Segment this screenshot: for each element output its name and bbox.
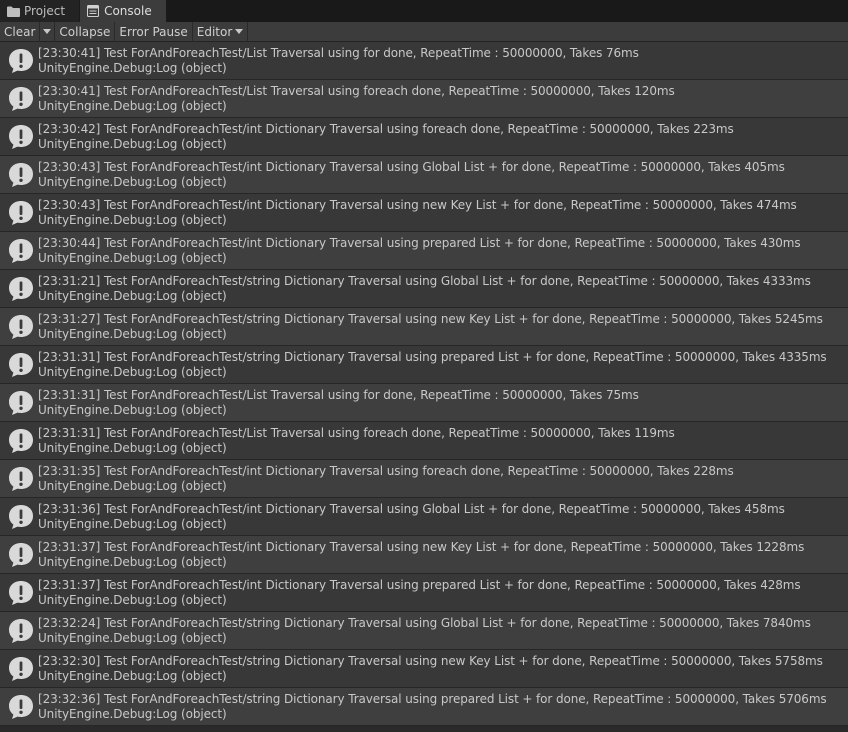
log-stacktrace: UnityEngine.Debug:Log (object) (38, 630, 227, 645)
log-stacktrace: UnityEngine.Debug:Log (object) (38, 98, 227, 113)
info-bubble-icon (8, 238, 34, 264)
log-entry[interactable]: [23:31:36] Test ForAndForeachTest/int Di… (0, 498, 848, 536)
log-entry[interactable]: [23:32:36] Test ForAndForeachTest/string… (0, 688, 848, 726)
log-message: [23:30:43] Test ForAndForeachTest/int Di… (38, 197, 797, 212)
log-entry[interactable]: [23:31:21] Test ForAndForeachTest/string… (0, 270, 848, 308)
info-bubble-icon (8, 694, 34, 720)
info-bubble-icon (8, 276, 34, 302)
log-message: [23:31:37] Test ForAndForeachTest/int Di… (38, 539, 805, 554)
clear-options-dropdown[interactable] (40, 21, 56, 42)
log-stacktrace: UnityEngine.Debug:Log (object) (38, 136, 227, 151)
log-message: [23:31:31] Test ForAndForeachTest/List T… (38, 387, 639, 402)
editor-dropdown-label: Editor (196, 24, 233, 39)
info-bubble-icon (8, 86, 34, 112)
log-entry[interactable]: [23:31:37] Test ForAndForeachTest/int Di… (0, 574, 848, 612)
log-message: [23:31:31] Test ForAndForeachTest/string… (38, 349, 827, 364)
log-message: [23:30:41] Test ForAndForeachTest/List T… (38, 83, 675, 98)
log-message: [23:31:27] Test ForAndForeachTest/string… (38, 311, 823, 326)
log-message: [23:30:42] Test ForAndForeachTest/int Di… (38, 121, 734, 136)
log-stacktrace: UnityEngine.Debug:Log (object) (38, 364, 227, 379)
log-stacktrace: UnityEngine.Debug:Log (object) (38, 326, 227, 341)
info-bubble-icon (8, 504, 34, 530)
log-message: [23:31:37] Test ForAndForeachTest/int Di… (38, 577, 801, 592)
log-message: [23:30:44] Test ForAndForeachTest/int Di… (38, 235, 801, 250)
tab-bar: Project Console (0, 0, 848, 22)
chevron-down-icon (43, 29, 52, 34)
log-entry[interactable]: [23:31:31] Test ForAndForeachTest/List T… (0, 384, 848, 422)
log-entry[interactable]: [23:32:30] Test ForAndForeachTest/string… (0, 650, 848, 688)
log-stacktrace: UnityEngine.Debug:Log (object) (38, 668, 227, 683)
tab-console[interactable]: Console (80, 0, 167, 22)
folder-icon (6, 5, 20, 17)
info-bubble-icon (8, 428, 34, 454)
log-stacktrace: UnityEngine.Debug:Log (object) (38, 516, 227, 531)
log-stacktrace: UnityEngine.Debug:Log (object) (38, 592, 227, 607)
log-message: [23:31:21] Test ForAndForeachTest/string… (38, 273, 811, 288)
clear-button[interactable]: Clear (0, 21, 41, 42)
log-entry[interactable]: [23:30:43] Test ForAndForeachTest/int Di… (0, 156, 848, 194)
log-entry[interactable]: [23:31:27] Test ForAndForeachTest/string… (0, 308, 848, 346)
tab-project-label: Project (24, 4, 66, 18)
log-entry[interactable]: [23:30:41] Test ForAndForeachTest/List T… (0, 80, 848, 118)
log-entry[interactable]: [23:31:37] Test ForAndForeachTest/int Di… (0, 536, 848, 574)
log-message: [23:31:31] Test ForAndForeachTest/List T… (38, 425, 675, 440)
tab-project[interactable]: Project (0, 0, 81, 22)
log-entry[interactable]: [23:30:41] Test ForAndForeachTest/List T… (0, 42, 848, 80)
log-message: [23:32:30] Test ForAndForeachTest/string… (38, 653, 823, 668)
info-bubble-icon (8, 124, 34, 150)
info-bubble-icon (8, 200, 34, 226)
log-stacktrace: UnityEngine.Debug:Log (object) (38, 440, 227, 455)
log-entry[interactable]: [23:30:44] Test ForAndForeachTest/int Di… (0, 232, 848, 270)
info-bubble-icon (8, 618, 34, 644)
info-bubble-icon (8, 580, 34, 606)
chevron-down-icon (235, 29, 244, 34)
log-stacktrace: UnityEngine.Debug:Log (object) (38, 174, 227, 189)
collapse-toggle[interactable]: Collapse (55, 21, 116, 42)
log-stacktrace: UnityEngine.Debug:Log (object) (38, 478, 227, 493)
log-stacktrace: UnityEngine.Debug:Log (object) (38, 212, 227, 227)
log-message: [23:30:43] Test ForAndForeachTest/int Di… (38, 159, 785, 174)
log-stacktrace: UnityEngine.Debug:Log (object) (38, 554, 227, 569)
log-message: [23:30:41] Test ForAndForeachTest/List T… (38, 45, 639, 60)
log-message: [23:32:24] Test ForAndForeachTest/string… (38, 615, 811, 630)
log-message: [23:32:36] Test ForAndForeachTest/string… (38, 691, 827, 706)
log-entry[interactable]: [23:30:42] Test ForAndForeachTest/int Di… (0, 118, 848, 156)
console-toolbar: Clear Collapse Error Pause Editor (0, 21, 848, 42)
info-bubble-icon (8, 542, 34, 568)
log-stacktrace: UnityEngine.Debug:Log (object) (38, 402, 227, 417)
log-entry[interactable]: [23:31:31] Test ForAndForeachTest/string… (0, 346, 848, 384)
log-entry[interactable]: [23:32:24] Test ForAndForeachTest/string… (0, 612, 848, 650)
editor-dropdown[interactable]: Editor (193, 21, 249, 42)
error-pause-toggle[interactable]: Error Pause (115, 21, 193, 42)
log-stacktrace: UnityEngine.Debug:Log (object) (38, 706, 227, 721)
info-bubble-icon (8, 466, 34, 492)
info-bubble-icon (8, 162, 34, 188)
log-stacktrace: UnityEngine.Debug:Log (object) (38, 60, 227, 75)
info-bubble-icon (8, 48, 34, 74)
console-log-list[interactable]: [23:30:41] Test ForAndForeachTest/List T… (0, 42, 848, 732)
log-entry[interactable]: [23:31:31] Test ForAndForeachTest/List T… (0, 422, 848, 460)
tab-console-label: Console (104, 4, 152, 18)
log-stacktrace: UnityEngine.Debug:Log (object) (38, 288, 227, 303)
log-stacktrace: UnityEngine.Debug:Log (object) (38, 250, 227, 265)
info-bubble-icon (8, 656, 34, 682)
info-bubble-icon (8, 390, 34, 416)
log-message: [23:31:35] Test ForAndForeachTest/int Di… (38, 463, 734, 478)
info-bubble-icon (8, 352, 34, 378)
log-message: [23:31:36] Test ForAndForeachTest/int Di… (38, 501, 785, 516)
log-entry[interactable]: [23:31:35] Test ForAndForeachTest/int Di… (0, 460, 848, 498)
info-bubble-icon (8, 314, 34, 340)
console-icon (86, 5, 100, 17)
log-entry[interactable]: [23:30:43] Test ForAndForeachTest/int Di… (0, 194, 848, 232)
